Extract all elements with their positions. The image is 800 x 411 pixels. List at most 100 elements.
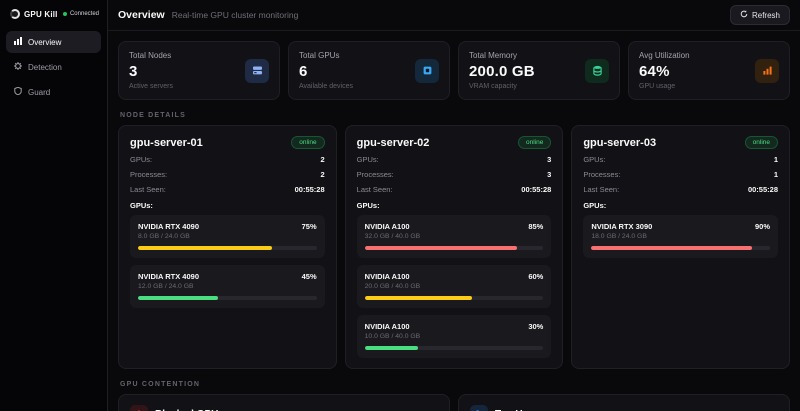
node-name: gpu-server-01 <box>130 137 203 149</box>
gpu-row: NVIDIA A100 30% 10.0 GB / 40.0 GB <box>357 315 552 358</box>
status-badge: online <box>745 136 778 149</box>
stat-card-avg-utilization: Avg Utilization 64% GPU usage <box>628 41 790 100</box>
last-seen-value: 00:55:28 <box>748 185 778 194</box>
stat-value: 3 <box>129 63 173 80</box>
sidebar-item-overview[interactable]: Overview <box>6 31 101 53</box>
sidebar-nav: Overview Detection Guard <box>6 31 101 103</box>
bar-chart-icon <box>755 59 779 83</box>
stat-sub: VRAM capacity <box>469 83 535 90</box>
gpu-chip-icon <box>415 59 439 83</box>
gpu-memory: 12.0 GB / 24.0 GB <box>138 283 317 290</box>
gpu-utilization: 75% <box>302 222 317 231</box>
gpus-count-value: 2 <box>320 155 324 164</box>
gpu-name: NVIDIA A100 <box>365 322 410 331</box>
sidebar-item-detection[interactable]: Detection <box>6 56 101 78</box>
gpus-count-value: 3 <box>547 155 551 164</box>
utilization-bar <box>365 246 544 250</box>
processes-value: 3 <box>547 170 551 179</box>
sidebar-item-label: Detection <box>28 63 62 72</box>
gpus-count-label: GPUs: <box>357 155 379 164</box>
connected-dot-icon <box>63 12 67 16</box>
users-icon <box>470 405 488 411</box>
refresh-label: Refresh <box>752 11 780 20</box>
stat-card-total-gpus: Total GPUs 6 Available devices <box>288 41 450 100</box>
gpu-list-label: GPUs: <box>130 201 325 210</box>
stat-card-total-nodes: Total Nodes 3 Active servers <box>118 41 280 100</box>
stat-label: Total Memory <box>469 51 535 60</box>
node-card-gpu-server-02: gpu-server-02 online GPUs:3 Processes:3 … <box>345 125 564 369</box>
utilization-bar <box>365 346 544 350</box>
processes-label: Processes: <box>583 170 620 179</box>
nodes-grid: gpu-server-01 online GPUs:2 Processes:2 … <box>118 125 790 369</box>
brand-name: GPU Kill <box>24 10 58 19</box>
content: Total Nodes 3 Active servers Total GPUs … <box>108 31 800 411</box>
stat-value: 200.0 GB <box>469 63 535 80</box>
stat-card-total-memory: Total Memory 200.0 GB VRAM capacity <box>458 41 620 100</box>
blocked-gpus-panel: Blocked GPUs NVIDIA RTX 3090 (node-003) … <box>118 394 450 411</box>
gpu-memory: 10.0 GB / 40.0 GB <box>365 333 544 340</box>
last-seen-value: 00:55:28 <box>521 185 551 194</box>
gpu-name: NVIDIA A100 <box>365 222 410 231</box>
gear-icon <box>14 62 22 72</box>
gpu-utilization: 60% <box>528 272 543 281</box>
refresh-icon <box>740 10 748 20</box>
sidebar-item-label: Guard <box>28 88 50 97</box>
last-seen-label: Last Seen: <box>130 185 166 194</box>
utilization-bar-fill <box>365 296 472 300</box>
gpu-row: NVIDIA A100 85% 32.0 GB / 40.0 GB <box>357 215 552 258</box>
stat-label: Avg Utilization <box>639 51 690 60</box>
gpu-name: NVIDIA RTX 4090 <box>138 222 199 231</box>
processes-label: Processes: <box>130 170 167 179</box>
gpu-name: NVIDIA A100 <box>365 272 410 281</box>
main-area: Overview Real-time GPU cluster monitorin… <box>108 0 800 411</box>
utilization-bar-fill <box>138 246 272 250</box>
server-icon <box>245 59 269 83</box>
gpu-row: NVIDIA RTX 4090 75% 8.0 GB / 24.0 GB <box>130 215 325 258</box>
status-badge: online <box>291 136 324 149</box>
stat-sub: GPU usage <box>639 83 690 90</box>
gpu-row: NVIDIA RTX 309090% 18.0 GB / 24.0 GB <box>583 215 778 258</box>
processes-label: Processes: <box>357 170 394 179</box>
last-seen-label: Last Seen: <box>357 185 393 194</box>
page-subtitle: Real-time GPU cluster monitoring <box>172 10 299 20</box>
contention-grid: Blocked GPUs NVIDIA RTX 3090 (node-003) … <box>118 394 790 411</box>
utilization-bar-fill <box>365 246 517 250</box>
stat-sub: Available devices <box>299 83 353 90</box>
utilization-bar-fill <box>591 246 752 250</box>
bar-chart-icon <box>14 37 22 47</box>
node-name: gpu-server-03 <box>583 137 656 149</box>
gpu-list-label: GPUs: <box>583 201 778 210</box>
refresh-button[interactable]: Refresh <box>730 5 790 25</box>
sidebar-item-guard[interactable]: Guard <box>6 81 101 103</box>
page-title: Overview <box>118 9 165 21</box>
utilization-bar-fill <box>365 346 419 350</box>
gpu-name: NVIDIA RTX 3090 <box>591 222 652 231</box>
last-seen-label: Last Seen: <box>583 185 619 194</box>
stats-grid: Total Nodes 3 Active servers Total GPUs … <box>118 41 790 100</box>
gpu-utilization: 45% <box>302 272 317 281</box>
topbar: Overview Real-time GPU cluster monitorin… <box>108 0 800 31</box>
gpu-utilization: 85% <box>528 222 543 231</box>
section-label-gpu-contention: GPU CONTENTION <box>120 381 788 388</box>
gpu-memory: 8.0 GB / 24.0 GB <box>138 233 317 240</box>
connection-status: Connected <box>63 11 99 17</box>
brand: GPU Kill Connected <box>6 7 101 31</box>
section-label-node-details: NODE DETAILS <box>120 112 788 119</box>
gauge-circle-icon <box>10 9 20 19</box>
status-badge: online <box>518 136 551 149</box>
gpu-utilization: 30% <box>528 322 543 331</box>
stat-label: Total GPUs <box>299 51 353 60</box>
sidebar: GPU Kill Connected Overview Detection Gu… <box>0 0 108 411</box>
last-seen-value: 00:55:28 <box>295 185 325 194</box>
stat-value: 64% <box>639 63 690 80</box>
utilization-bar <box>138 296 317 300</box>
processes-value: 2 <box>320 170 324 179</box>
shield-icon <box>14 87 22 97</box>
utilization-bar <box>365 296 544 300</box>
gpu-row: NVIDIA RTX 409045% 12.0 GB / 24.0 GB <box>130 265 325 308</box>
utilization-bar <box>138 246 317 250</box>
gpus-count-label: GPUs: <box>583 155 605 164</box>
gpus-count-label: GPUs: <box>130 155 152 164</box>
stat-sub: Active servers <box>129 83 173 90</box>
gpu-memory: 32.0 GB / 40.0 GB <box>365 233 544 240</box>
